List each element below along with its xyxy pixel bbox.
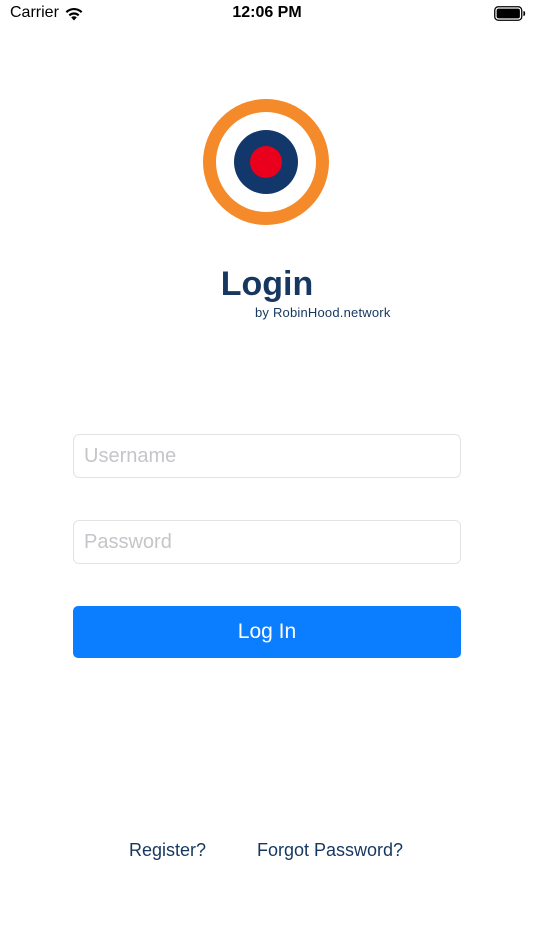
page-title: Login [220, 265, 314, 303]
login-screen: Carrier 12:06 PM Login by RobinHood.netw… [0, 0, 534, 950]
status-bar: Carrier 12:06 PM [0, 0, 534, 28]
target-logo-icon [203, 99, 329, 225]
login-button[interactable]: Log In [73, 606, 461, 658]
forgot-password-link[interactable]: Forgot Password? [257, 840, 403, 861]
battery-icon [494, 6, 526, 21]
register-link[interactable]: Register? [129, 840, 206, 861]
password-input[interactable] [73, 520, 461, 564]
status-time: 12:06 PM [232, 4, 302, 21]
page-subtitle: by RobinHood.network [255, 305, 391, 320]
username-input[interactable] [73, 434, 461, 478]
